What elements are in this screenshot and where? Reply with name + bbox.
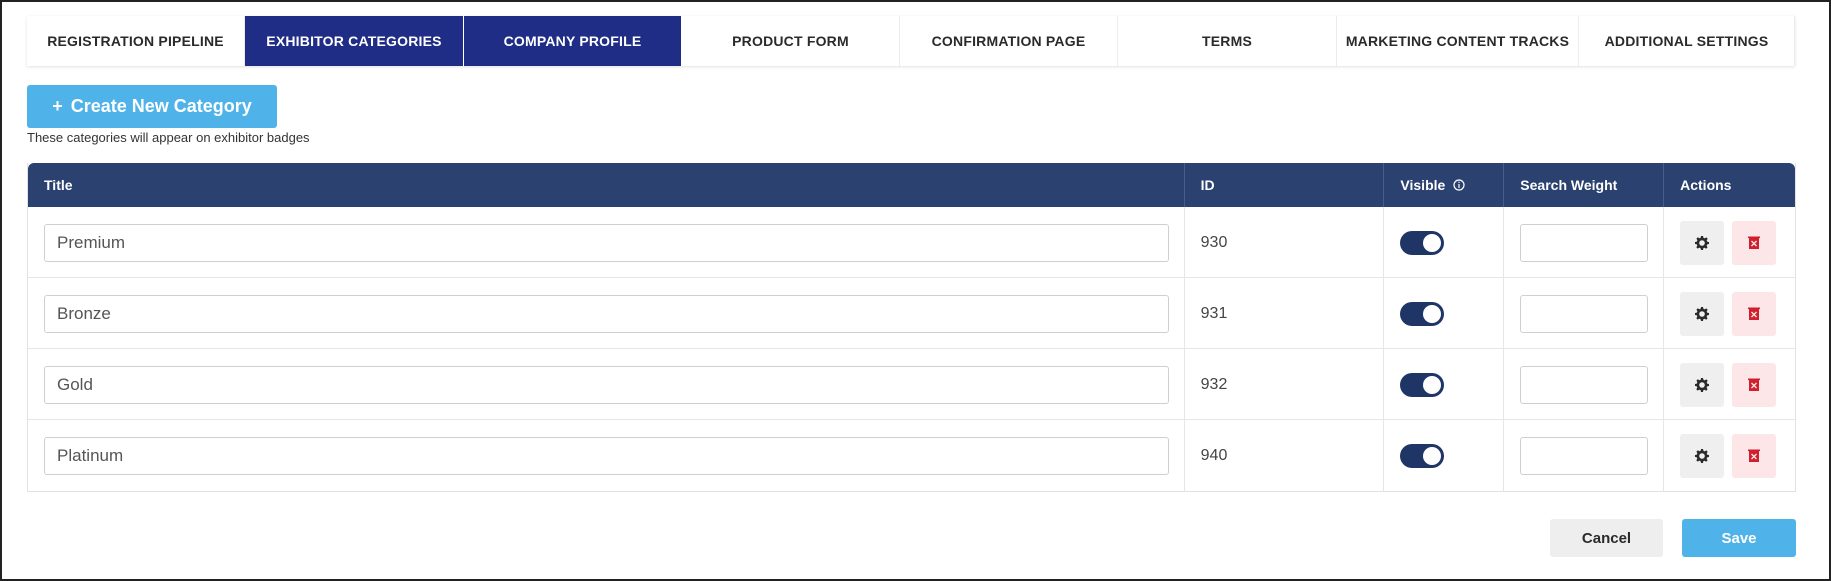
category-id: 940 <box>1185 420 1385 491</box>
visible-toggle[interactable] <box>1400 443 1445 468</box>
search-weight-input[interactable] <box>1520 436 1649 475</box>
table-row: Bronze 931 <box>28 278 1795 349</box>
delete-button[interactable] <box>1732 291 1777 336</box>
settings-button[interactable] <box>1680 362 1725 407</box>
search-weight-input[interactable] <box>1520 223 1649 262</box>
info-icon[interactable] <box>1453 179 1465 191</box>
category-id: 930 <box>1185 207 1385 278</box>
table-row: Gold 932 <box>28 349 1795 420</box>
gear-icon <box>1695 377 1710 392</box>
tab-registration-pipeline[interactable]: REGISTRATION PIPELINE <box>27 16 245 66</box>
category-id: 932 <box>1185 349 1385 420</box>
trash-icon <box>1748 378 1761 391</box>
settings-button[interactable] <box>1680 433 1725 478</box>
title-input[interactable]: Premium <box>44 223 1169 262</box>
title-input[interactable]: Gold <box>44 365 1169 404</box>
cancel-button[interactable]: Cancel <box>1550 519 1663 557</box>
gear-icon <box>1695 235 1710 250</box>
create-button-label: Create New Category <box>70 96 252 116</box>
header-title: Title <box>28 163 1185 207</box>
search-weight-input[interactable] <box>1520 294 1649 333</box>
gear-icon <box>1695 448 1710 463</box>
header-visible-label: Visible <box>1400 177 1446 193</box>
header-actions: Actions <box>1680 177 1732 193</box>
title-input[interactable]: Platinum <box>44 436 1169 475</box>
header-visible: Visible <box>1384 163 1505 207</box>
create-new-category-button[interactable]: + Create New Category <box>27 85 277 128</box>
save-button[interactable]: Save <box>1682 519 1796 557</box>
categories-hint: These categories will appear on exhibito… <box>27 130 310 145</box>
title-input[interactable]: Bronze <box>44 294 1169 333</box>
trash-icon <box>1748 307 1761 320</box>
delete-button[interactable] <box>1732 362 1777 407</box>
visible-toggle[interactable] <box>1400 230 1445 255</box>
table-row: Platinum 940 <box>28 420 1795 491</box>
trash-icon <box>1748 449 1761 462</box>
visible-toggle[interactable] <box>1400 372 1445 397</box>
header-id: ID <box>1185 163 1385 207</box>
header-search-weight: Search Weight <box>1504 163 1665 207</box>
search-weight-input[interactable] <box>1520 365 1649 404</box>
tab-bar: REGISTRATION PIPELINE EXHIBITOR CATEGORI… <box>27 16 1795 66</box>
tab-terms[interactable]: TERMS <box>1118 16 1337 66</box>
tab-exhibitor-categories[interactable]: EXHIBITOR CATEGORIES <box>245 16 464 66</box>
trash-icon <box>1748 236 1761 249</box>
settings-button[interactable] <box>1680 291 1725 336</box>
delete-button[interactable] <box>1732 220 1777 265</box>
tab-confirmation-page[interactable]: CONFIRMATION PAGE <box>900 16 1118 66</box>
tab-additional-settings[interactable]: ADDITIONAL SETTINGS <box>1579 16 1795 66</box>
categories-table: Title ID Visible Search Weight Actions P… <box>27 163 1796 492</box>
settings-button[interactable] <box>1680 220 1725 265</box>
tab-company-profile[interactable]: COMPANY PROFILE <box>464 16 682 66</box>
category-id: 931 <box>1185 278 1385 349</box>
tab-product-form[interactable]: PRODUCT FORM <box>682 16 900 66</box>
tab-marketing-content-tracks[interactable]: MARKETING CONTENT TRACKS <box>1337 16 1579 66</box>
gear-icon <box>1695 306 1710 321</box>
table-header: Title ID Visible Search Weight Actions <box>28 163 1795 207</box>
visible-toggle[interactable] <box>1400 301 1445 326</box>
table-row: Premium 930 <box>28 207 1795 278</box>
delete-button[interactable] <box>1732 433 1777 478</box>
plus-icon: + <box>52 96 63 116</box>
